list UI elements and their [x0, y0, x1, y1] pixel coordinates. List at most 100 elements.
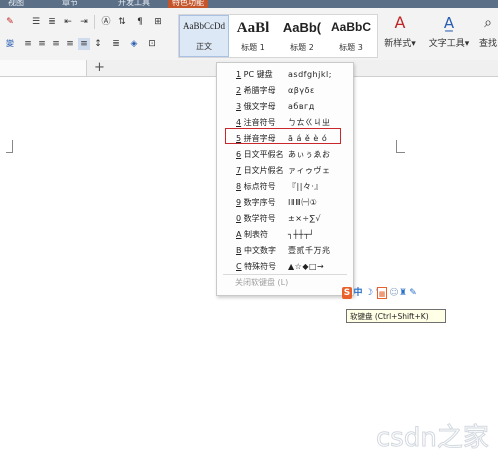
soft-keyboard-menu: 1 PC 键盘 asdfghjkl; 2 希腊字母 αβγδε 3 俄文字母 а… — [216, 62, 354, 296]
menu-item-special-symbols[interactable]: C 特殊符号 ▲☆◆□→ — [217, 259, 353, 275]
shading-icon[interactable]: ◈ — [128, 38, 140, 50]
style-name: 标题 3 — [339, 43, 363, 52]
highlight-box — [225, 128, 341, 144]
align-distributed-icon[interactable]: ≡ — [78, 38, 90, 50]
text-tools-button[interactable]: A̲ 文字工具▾ — [426, 12, 472, 58]
menu-tab-bar: 视图 章节 开发工具 特色功能 — [0, 0, 498, 8]
menu-item-sample: абвгд — [288, 102, 315, 111]
menu-item-key: 0 — [236, 214, 242, 223]
document-tab[interactable] — [0, 60, 87, 76]
border-icon[interactable]: ⊡ — [146, 38, 158, 50]
find-button[interactable]: ⌕ 查找 — [478, 12, 498, 58]
menu-item-russian[interactable]: 3 俄文字母 абвгд — [217, 99, 353, 115]
tab-developer[interactable]: 开发工具 — [118, 0, 150, 8]
menu-item-key: 8 — [236, 182, 242, 191]
menu-item-sample: 『||々·』 — [288, 182, 323, 191]
menu-item-number-sequence[interactable]: 9 数字序号 ⅠⅡⅢ㈠① — [217, 195, 353, 211]
menu-item-label: 制表符 — [244, 230, 269, 239]
add-tab-icon[interactable]: + — [94, 60, 105, 76]
margin-corner-right — [396, 140, 405, 153]
style-name: 标题 2 — [290, 43, 314, 52]
menu-item-label: PC 键盘 — [243, 70, 273, 79]
menu-item-label: 数字序号 — [243, 198, 276, 207]
style-normal[interactable]: AaBbCcDd 正文 — [179, 15, 229, 57]
columns-icon[interactable]: ≣ — [110, 38, 122, 50]
menu-item-katakana[interactable]: 7 日文片假名 ァィゥヴェ — [217, 163, 353, 179]
style-heading-2[interactable]: AaBb( 标题 2 — [277, 15, 327, 57]
text-tools-icon: A̲ — [443, 14, 455, 32]
menu-item-key: 7 — [236, 166, 242, 175]
menu-item-key: 4 — [236, 118, 242, 127]
ime-mode-icon[interactable]: 中 — [353, 287, 363, 299]
menu-item-sample: αβγδε — [288, 86, 315, 95]
clear-format-icon[interactable]: ✎ — [4, 16, 16, 28]
style-heading-3[interactable]: AaBbC 标题 3 — [327, 15, 375, 57]
menu-item-sample: asdfghjkl; — [288, 70, 332, 79]
divider — [94, 15, 95, 29]
line-spacing-icon[interactable]: ↕ — [92, 38, 104, 50]
ime-logo-icon[interactable]: S — [342, 287, 352, 299]
style-sample: AaBbCcDd — [183, 21, 225, 31]
menu-item-sample: ▲☆◆□→ — [288, 262, 325, 271]
menu-item-label: 特殊符号 — [244, 262, 277, 271]
menu-item-key: 1 — [236, 70, 242, 79]
menu-item-punctuation[interactable]: 8 标点符号 『||々·』 — [217, 179, 353, 195]
style-sample: AaBl — [236, 20, 270, 36]
indent-decrease-icon[interactable]: ⇤ — [62, 16, 74, 28]
show-marks-icon[interactable]: ¶ — [134, 16, 146, 28]
shirt-icon[interactable]: ♜ — [398, 287, 408, 299]
chevron-down-icon: ▾ — [411, 39, 416, 49]
menu-item-key: C — [236, 262, 242, 271]
menu-item-hiragana[interactable]: 6 日文平假名 あぃぅゑお — [217, 147, 353, 163]
menu-item-label: 日文片假名 — [243, 166, 284, 175]
soft-keyboard-tooltip: 软键盘 (Ctrl+Shift+K) — [346, 309, 446, 323]
align-center-icon[interactable]: ≡ — [36, 38, 48, 50]
bullet-list-icon[interactable]: ☰ — [30, 16, 42, 28]
menu-item-chinese-numerals[interactable]: B 中文数字 壹贰千万兆 — [217, 243, 353, 259]
menu-item-key: B — [236, 246, 242, 255]
style-name: 标题 1 — [241, 43, 265, 52]
menu-divider — [223, 274, 347, 275]
menu-item-key: 3 — [236, 102, 242, 111]
table-icon[interactable]: ⊞ — [152, 16, 164, 28]
wrench-icon[interactable]: ✎ — [408, 287, 418, 299]
find-label: 查找 — [478, 39, 497, 49]
tab-chapter[interactable]: 章节 — [62, 0, 78, 8]
text-tools-label: 文字工具 — [428, 39, 465, 49]
align-justify-icon[interactable]: ≡ — [64, 38, 76, 50]
menu-item-box-drawing[interactable]: A 制表符 ┐┼┼┬┘ — [217, 227, 353, 243]
align-left-icon[interactable]: ≡ — [22, 38, 34, 50]
menu-item-sample: 壹贰千万兆 — [288, 246, 331, 255]
menu-item-label: 俄文字母 — [243, 102, 276, 111]
style-sample: AaBbC — [330, 20, 371, 34]
tab-view[interactable]: 视图 — [8, 0, 24, 8]
close-soft-keyboard[interactable]: 关闭软键盘 (L) — [235, 277, 288, 288]
ribbon: ✎ ☰ ≣ ⇤ ⇥ Ⓐ ⇅ ¶ ⊞ 變 ≡ ≡ ≡ ≡ ≡ ↕ ≣ ◈ ⊡ Aa… — [0, 8, 498, 61]
chevron-down-icon: ▾ — [464, 39, 470, 49]
menu-item-label: 日文平假名 — [243, 150, 284, 159]
soft-keyboard-icon[interactable]: ▦ — [377, 287, 387, 299]
tab-special-features[interactable]: 特色功能 — [168, 0, 208, 8]
pinyin-guide-icon[interactable]: 變 — [4, 38, 16, 50]
menu-item-greek[interactable]: 2 希腊字母 αβγδε — [217, 83, 353, 99]
new-style-button[interactable]: A 新样式▾ — [380, 12, 420, 58]
menu-item-label: 数学符号 — [243, 214, 276, 223]
menu-item-sample: ⅠⅡⅢ㈠① — [288, 198, 318, 207]
indent-increase-icon[interactable]: ⇥ — [78, 16, 90, 28]
menu-item-pc-keyboard[interactable]: 1 PC 键盘 asdfghjkl; — [217, 67, 353, 83]
numbered-list-icon[interactable]: ≣ — [46, 16, 58, 28]
menu-item-math-symbols[interactable]: 0 数学符号 ±×÷∑√ — [217, 211, 353, 227]
menu-item-key: 9 — [236, 198, 242, 207]
new-style-icon: A — [394, 13, 406, 32]
margin-corner-left — [6, 140, 13, 153]
chinese-layout-icon[interactable]: Ⓐ — [100, 16, 112, 28]
sort-icon[interactable]: ⇅ — [116, 16, 128, 28]
menu-item-label: 标点符号 — [243, 182, 276, 191]
style-heading-1[interactable]: AaBl 标题 1 — [229, 15, 277, 57]
new-style-label: 新样式 — [384, 39, 412, 49]
menu-item-label: 希腊字母 — [243, 86, 276, 95]
align-right-icon[interactable]: ≡ — [50, 38, 62, 50]
search-icon: ⌕ — [484, 15, 492, 31]
menu-item-sample: ±×÷∑√ — [288, 214, 322, 223]
menu-item-key: 6 — [236, 150, 242, 159]
